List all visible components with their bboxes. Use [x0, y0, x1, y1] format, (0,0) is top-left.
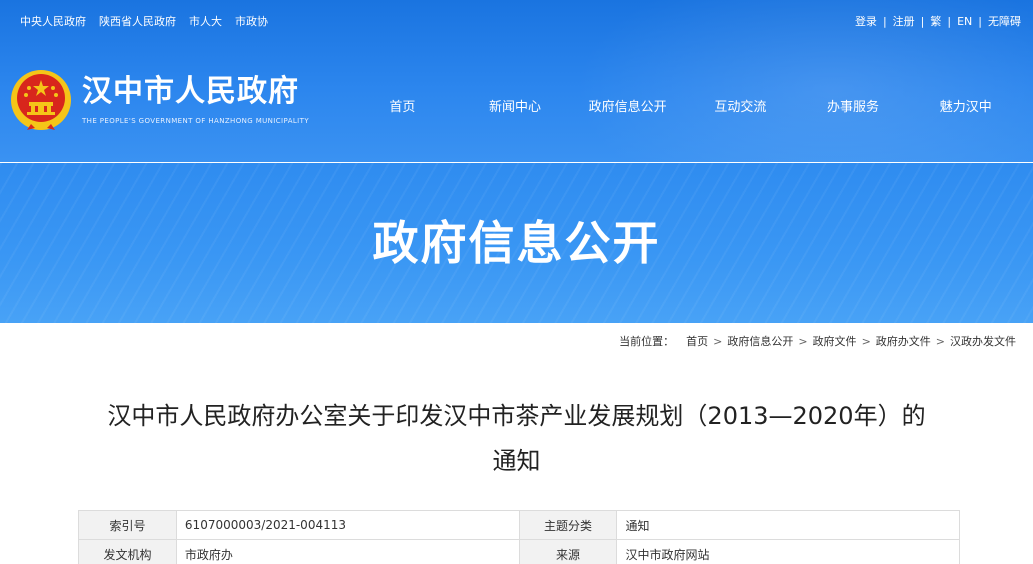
meta-value-category: 通知 [616, 510, 960, 540]
meta-value-index: 6107000003/2021-004113 [175, 510, 520, 540]
article-title-line: 通知 [492, 447, 541, 475]
article-title-line: 汉中市人民政府办公室关于印发汉中市茶产业发展规划（2013—2020年）的 [107, 402, 926, 430]
user-links: 登录 | 注册 | 繁 | EN | 无障碍 [855, 13, 1021, 29]
breadcrumb-home[interactable]: 首页 [686, 333, 708, 349]
meta-key-index: 索引号 [78, 510, 177, 540]
breadcrumb-label: 当前位置： [619, 335, 675, 348]
breadcrumb-gov-info[interactable]: 政府信息公开 [727, 333, 793, 349]
breadcrumb-separator: > [861, 334, 871, 348]
site-header: 中央人民政府 陕西省人民政府 市人大 市政协 登录 | 注册 | 繁 | EN … [0, 0, 1033, 162]
accessibility-link[interactable]: 无障碍 [988, 13, 1021, 29]
meta-value-issuer: 市政府办 [175, 539, 520, 564]
top-links: 中央人民政府 陕西省人民政府 市人大 市政协 [20, 13, 268, 29]
meta-key-issuer: 发文机构 [78, 539, 177, 564]
document-meta-table: 索引号 6107000003/2021-004113 主题分类 通知 发文机构 … [78, 510, 960, 564]
top-link-cppcc[interactable]: 市政协 [235, 13, 268, 29]
breadcrumb-office-documents[interactable]: 政府办文件 [876, 333, 931, 349]
site-logo[interactable]: 汉中市人民政府 THE PEOPLE'S GOVERNMENT OF HANZH… [9, 68, 309, 132]
user-link-separator: | [978, 14, 982, 28]
nav-services[interactable]: 办事服务 [797, 96, 910, 115]
breadcrumb-separator: > [713, 334, 723, 348]
login-link[interactable]: 登录 [855, 13, 877, 29]
breadcrumb: 当前位置： 首页 > 政府信息公开 > 政府文件 > 政府办文件 > 汉政办发文… [619, 333, 1016, 349]
nav-news-center[interactable]: 新闻中心 [459, 96, 572, 115]
article-title: 汉中市人民政府办公室关于印发汉中市茶产业发展规划（2013—2020年）的 通知 [60, 394, 973, 484]
breadcrumb-separator: > [798, 334, 808, 348]
site-title: 汉中市人民政府 [82, 74, 299, 109]
top-link-npc[interactable]: 市人大 [189, 13, 222, 29]
main-nav: 首页 新闻中心 政府信息公开 互动交流 办事服务 魅力汉中 [346, 96, 1022, 115]
nav-gov-info-disclosure[interactable]: 政府信息公开 [571, 96, 684, 115]
register-link[interactable]: 注册 [893, 13, 915, 29]
meta-key-category: 主题分类 [518, 510, 618, 540]
user-link-separator: | [882, 14, 887, 28]
nav-charm-hanzhong[interactable]: 魅力汉中 [909, 96, 1022, 115]
breadcrumb-gov-documents[interactable]: 政府文件 [813, 333, 857, 349]
user-link-separator: | [920, 14, 925, 28]
banner-title: 政府信息公开 [372, 216, 661, 270]
top-link-central-gov[interactable]: 中央人民政府 [20, 13, 86, 29]
meta-key-source: 来源 [518, 539, 618, 564]
section-banner: 政府信息公开 [0, 163, 1033, 323]
nav-home[interactable]: 首页 [346, 96, 459, 115]
english-link[interactable]: EN [957, 15, 972, 28]
national-emblem-icon [11, 70, 71, 130]
table-row: 索引号 6107000003/2021-004113 主题分类 通知 [78, 510, 960, 540]
user-link-separator: | [947, 14, 952, 28]
nav-interaction[interactable]: 互动交流 [684, 96, 797, 115]
breadcrumb-separator: > [935, 334, 945, 348]
breadcrumb-office-issued[interactable]: 汉政办发文件 [950, 333, 1016, 349]
meta-value-source: 汉中市政府网站 [616, 539, 960, 564]
table-row: 发文机构 市政府办 来源 汉中市政府网站 [78, 539, 960, 564]
traditional-chinese-link[interactable]: 繁 [930, 13, 941, 29]
top-link-shaanxi-gov[interactable]: 陕西省人民政府 [99, 13, 176, 29]
site-subtitle: THE PEOPLE'S GOVERNMENT OF HANZHONG MUNI… [82, 117, 309, 125]
